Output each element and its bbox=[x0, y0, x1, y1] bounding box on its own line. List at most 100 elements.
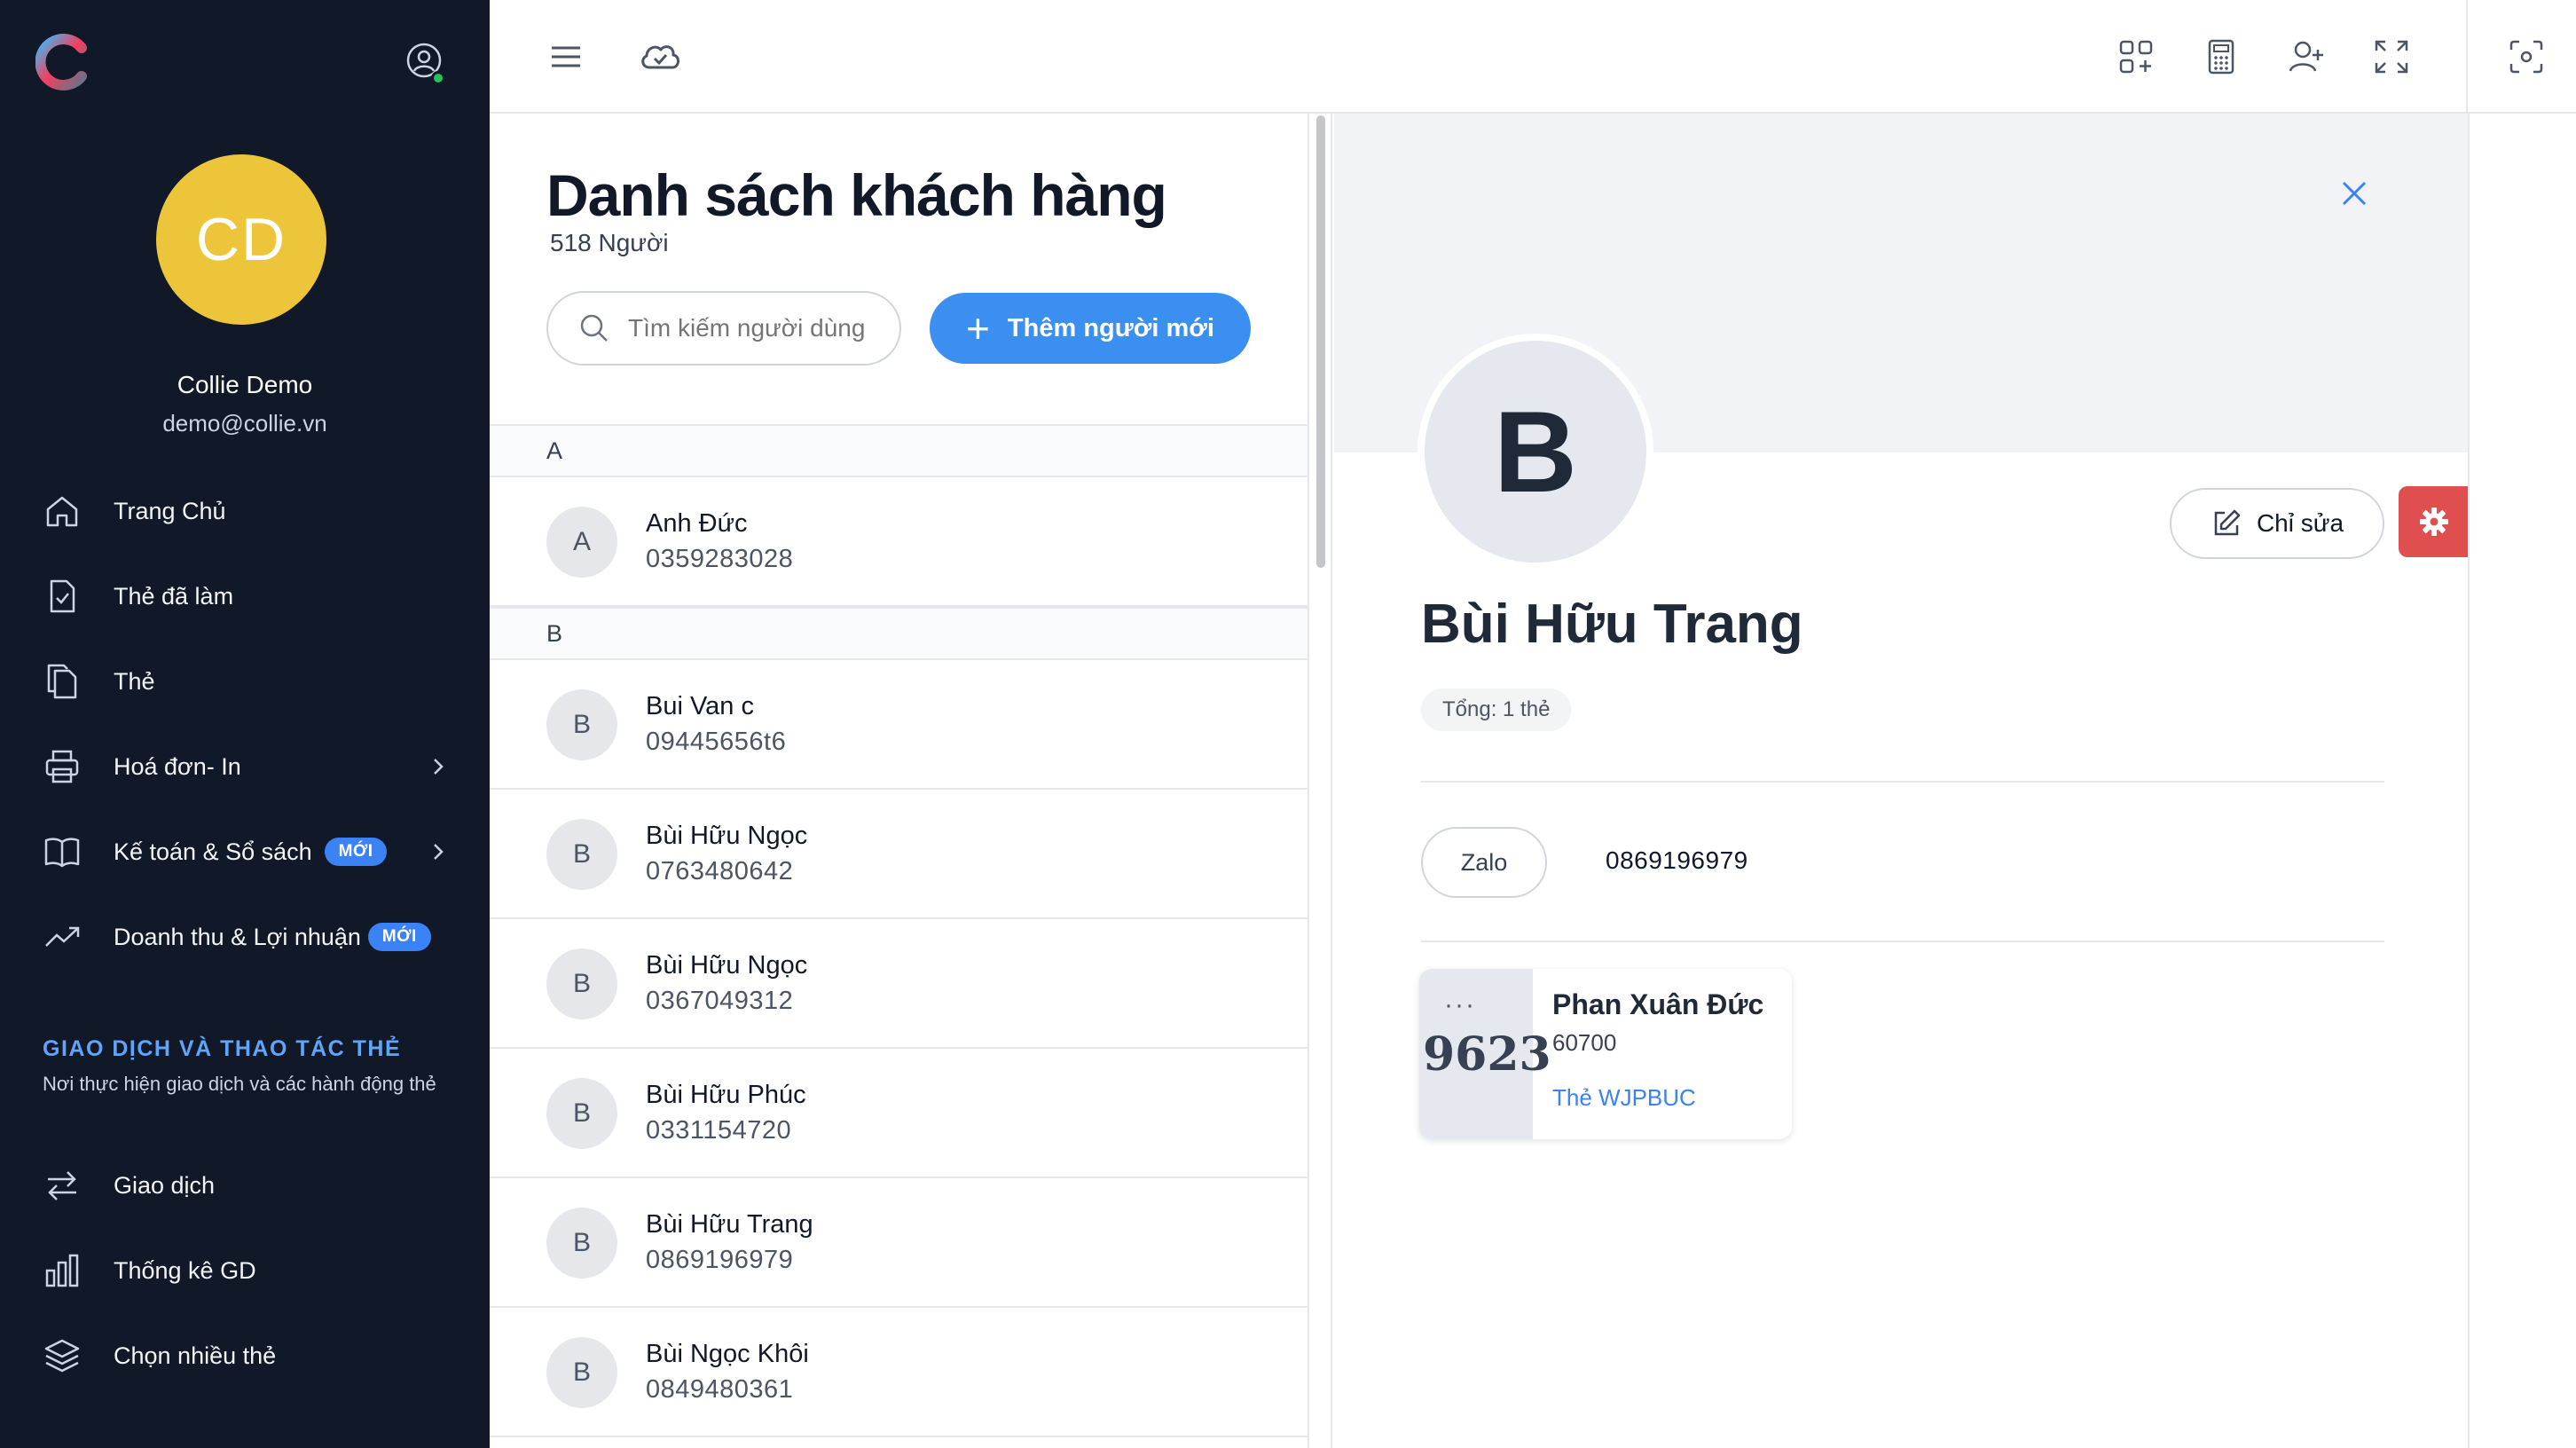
edit-button[interactable]: Chỉ sửa bbox=[2170, 488, 2384, 559]
edit-icon bbox=[2214, 509, 2241, 536]
nav-label: Thẻ đã làm bbox=[114, 582, 234, 610]
customer-avatar: B bbox=[546, 689, 617, 760]
zalo-button[interactable]: Zalo bbox=[1421, 827, 1547, 898]
menu-button[interactable] bbox=[543, 34, 589, 80]
card-holder-name: Phan Xuân Đức bbox=[1552, 988, 1764, 1020]
customer-avatar: B bbox=[546, 948, 617, 1019]
customer-row[interactable]: B Bùi Hữu Ngọc 0367049312 bbox=[490, 919, 1308, 1049]
customer-row[interactable]: B Bui Van c 09445656t6 bbox=[490, 660, 1308, 790]
list-scrollbar[interactable] bbox=[1308, 114, 1332, 1448]
customer-row[interactable]: B Bùi Ngọc Khôi 0849480361 bbox=[490, 1308, 1308, 1437]
search-box[interactable] bbox=[546, 291, 901, 366]
file-check-icon bbox=[43, 577, 82, 616]
nav-item-done-cards[interactable]: Thẻ đã làm bbox=[43, 573, 451, 619]
customer-name: Bùi Hữu Ngọc bbox=[646, 951, 808, 980]
customer-phone: 09445656t6 bbox=[646, 728, 787, 756]
online-status-dot bbox=[431, 71, 445, 85]
customer-phone: 0367049312 bbox=[646, 987, 794, 1015]
customer-phone: 0849480361 bbox=[646, 1375, 794, 1404]
divider bbox=[1421, 940, 2384, 942]
customer-avatar-large: B bbox=[1418, 334, 1653, 570]
customer-avatar: B bbox=[546, 1337, 617, 1408]
settings-button[interactable] bbox=[2399, 486, 2470, 557]
add-user-button[interactable] bbox=[2283, 34, 2329, 80]
user-email: demo@collie.vn bbox=[162, 410, 327, 437]
layers-icon bbox=[43, 1336, 82, 1375]
group-header-b: B bbox=[490, 607, 1308, 660]
nav-item-multi-select[interactable]: Chọn nhiều thẻ bbox=[43, 1333, 451, 1379]
search-input[interactable] bbox=[628, 314, 876, 342]
card-code-link[interactable]: Thẻ WJPBUC bbox=[1552, 1084, 1696, 1112]
apps-button[interactable] bbox=[2113, 34, 2159, 80]
card-item[interactable]: ··· 9623 Phan Xuân Đức 60700 Thẻ WJPBUC bbox=[1419, 969, 1792, 1139]
calculator-icon bbox=[2208, 39, 2234, 75]
customer-row[interactable]: A Anh Đức 0359283028 bbox=[490, 477, 1308, 607]
nav-label: Kế toán & Sổ sách bbox=[114, 838, 312, 865]
customer-row-selected[interactable]: B Bùi Hữu Trang 0869196979 bbox=[490, 1178, 1308, 1308]
expand-icon bbox=[2375, 40, 2408, 74]
nav-label: Thẻ bbox=[114, 667, 155, 695]
printer-icon bbox=[43, 747, 82, 786]
home-icon bbox=[43, 492, 82, 531]
card-dots: ··· bbox=[1444, 990, 1476, 1019]
user-avatar[interactable]: CD bbox=[156, 154, 326, 325]
new-badge: MỚI bbox=[324, 838, 388, 866]
nav-item-cards[interactable]: Thẻ bbox=[43, 658, 451, 704]
customer-row[interactable]: B Bùi Hữu Phúc 0331154720 bbox=[490, 1049, 1308, 1178]
add-customer-button[interactable]: + Thêm người mới bbox=[930, 293, 1251, 364]
nav-label: Doanh thu & Lợi nhuận bbox=[114, 923, 361, 950]
section-title: GIAO DỊCH VÀ THAO TÁC THẺ bbox=[43, 1036, 402, 1061]
book-icon bbox=[43, 832, 82, 871]
calculator-button[interactable] bbox=[2198, 34, 2244, 80]
plus-icon: + bbox=[966, 305, 990, 351]
user-plus-icon bbox=[2289, 41, 2323, 72]
customer-name-heading: Bùi Hữu Trang bbox=[1421, 594, 1803, 655]
scrollbar-thumb[interactable] bbox=[1316, 115, 1325, 568]
nav-label: Hoá đơn- In bbox=[114, 752, 241, 780]
cloud-sync-button[interactable] bbox=[637, 34, 683, 80]
scan-button[interactable] bbox=[2503, 34, 2549, 80]
customer-row[interactable]: B Bùi Hữu Ngọc 0763480642 bbox=[490, 790, 1308, 919]
right-empty-strip bbox=[2468, 114, 2576, 1448]
add-customer-label: Thêm người mới bbox=[1007, 313, 1214, 342]
card-amount: 60700 bbox=[1552, 1029, 1617, 1056]
new-badge: MỚI bbox=[367, 923, 431, 951]
divider bbox=[1421, 781, 2384, 783]
nav-item-accounting[interactable]: Kế toán & Sổ sách MỚI bbox=[43, 829, 451, 875]
customer-phone-detail: 0869196979 bbox=[1606, 846, 1748, 874]
card-last4: 9623 bbox=[1423, 1027, 1551, 1082]
topbar bbox=[490, 0, 2576, 114]
grid-plus-icon bbox=[2119, 40, 2153, 74]
sidebar: CD Collie Demo demo@collie.vn Trang Chủ … bbox=[0, 0, 490, 1448]
close-icon[interactable] bbox=[2329, 169, 2379, 218]
customer-name: Bùi Hữu Phúc bbox=[646, 1081, 806, 1109]
trending-up-icon bbox=[43, 917, 82, 956]
collie-logo[interactable] bbox=[35, 34, 92, 90]
customer-name: Bùi Hữu Ngọc bbox=[646, 822, 808, 850]
nav-item-revenue[interactable]: Doanh thu & Lợi nhuận MỚI bbox=[43, 914, 451, 960]
customer-phone: 0763480642 bbox=[646, 857, 794, 885]
search-icon bbox=[580, 314, 608, 342]
nav-item-invoice-print[interactable]: Hoá đơn- In bbox=[43, 744, 451, 790]
nav-label: Chọn nhiều thẻ bbox=[114, 1342, 277, 1369]
customer-avatar: B bbox=[546, 819, 617, 890]
page-title: Danh sách khách hàng bbox=[546, 162, 1167, 228]
customer-phone: 0359283028 bbox=[646, 545, 794, 573]
swap-icon bbox=[43, 1166, 82, 1205]
nav-item-home[interactable]: Trang Chủ bbox=[43, 488, 451, 534]
customer-name: Anh Đức bbox=[646, 509, 748, 538]
fullscreen-button[interactable] bbox=[2368, 34, 2415, 80]
topbar-divider bbox=[2466, 0, 2468, 114]
bar-chart-icon bbox=[43, 1251, 82, 1290]
customer-avatar: B bbox=[546, 1208, 617, 1279]
card-thumbnail: ··· 9623 bbox=[1419, 969, 1551, 1139]
gear-icon bbox=[2420, 508, 2448, 536]
customer-name: Bùi Ngọc Khôi bbox=[646, 1340, 809, 1368]
nav-item-transactions[interactable]: Giao dịch bbox=[43, 1162, 451, 1208]
customer-count: 518 Người bbox=[550, 229, 669, 256]
nav-item-statistics[interactable]: Thống kê GD bbox=[43, 1247, 451, 1294]
hamburger-icon bbox=[552, 46, 580, 67]
customer-name: Bui Van c bbox=[646, 692, 754, 720]
customer-phone: 0869196979 bbox=[646, 1246, 794, 1274]
chevron-right-icon bbox=[434, 844, 444, 860]
